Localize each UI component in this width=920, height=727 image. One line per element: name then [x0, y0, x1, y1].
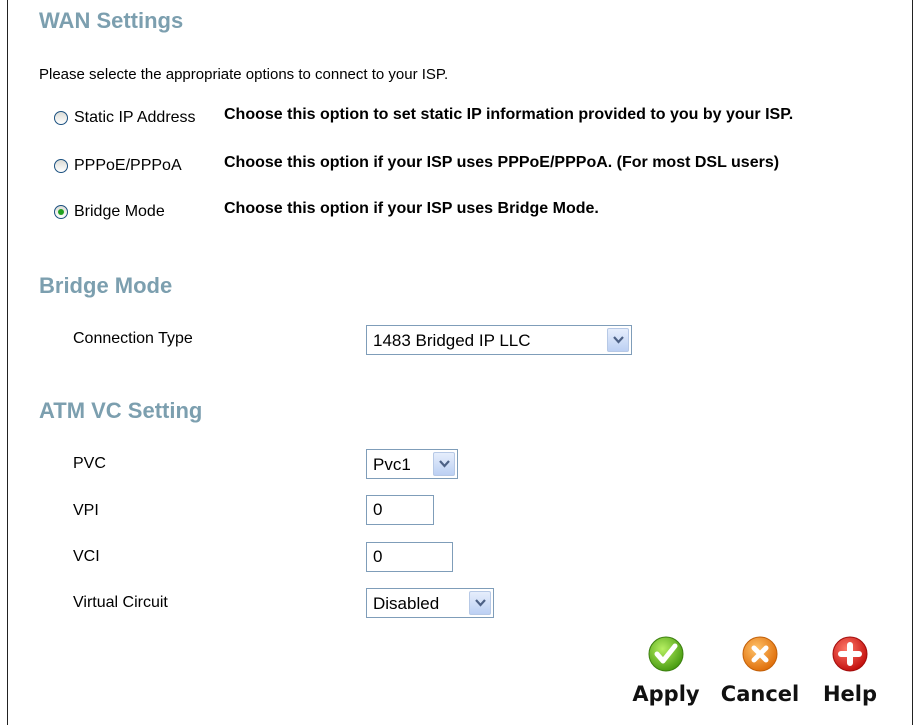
- static-ip-description: Choose this option to set static IP info…: [224, 106, 794, 123]
- help-button[interactable]: Help: [810, 636, 890, 706]
- connection-type-select[interactable]: 1483 Bridged IP LLC: [366, 325, 632, 355]
- vci-label: VCI: [73, 548, 100, 565]
- radio-pppoe[interactable]: [54, 159, 68, 173]
- radio-bridge-mode[interactable]: [54, 205, 68, 219]
- vci-input[interactable]: [366, 542, 453, 572]
- checkmark-icon[interactable]: [648, 636, 684, 672]
- chevron-down-icon[interactable]: [433, 452, 455, 476]
- help-label: Help: [822, 682, 878, 706]
- virtual-circuit-label: Virtual Circuit: [73, 594, 168, 611]
- apply-label: Apply: [632, 682, 700, 706]
- chevron-down-icon[interactable]: [469, 591, 491, 615]
- pppoe-description: Choose this option if your ISP uses PPPo…: [224, 154, 780, 171]
- cancel-button[interactable]: Cancel: [720, 636, 800, 706]
- vpi-input-field[interactable]: [367, 496, 433, 524]
- virtual-circuit-select[interactable]: Disabled: [366, 588, 494, 618]
- connection-type-value: 1483 Bridged IP LLC: [373, 331, 531, 350]
- apply-button[interactable]: Apply: [626, 636, 706, 706]
- wan-settings-title: WAN Settings: [39, 8, 184, 33]
- pvc-select[interactable]: Pvc1: [366, 449, 458, 479]
- radio-bridge-mode-label[interactable]: Bridge Mode: [74, 203, 165, 221]
- radio-selected-dot: [58, 209, 64, 215]
- connection-type-label: Connection Type: [73, 330, 193, 347]
- radio-static-ip[interactable]: [54, 111, 68, 125]
- radio-pppoe-label[interactable]: PPPoE/PPPoA: [74, 157, 182, 175]
- bridge-mode-title: Bridge Mode: [39, 273, 173, 298]
- radio-static-ip-label[interactable]: Static IP Address: [74, 109, 196, 127]
- vci-input-field[interactable]: [367, 543, 452, 571]
- vpi-label: VPI: [73, 502, 99, 519]
- virtual-circuit-value: Disabled: [373, 594, 440, 613]
- atm-vc-title: ATM VC Setting: [39, 398, 203, 423]
- wan-intro-text: Please selecte the appropriate options t…: [39, 66, 449, 83]
- cancel-label: Cancel: [720, 682, 800, 706]
- pvc-label: PVC: [73, 455, 106, 472]
- help-plus-icon[interactable]: [832, 636, 868, 672]
- cancel-x-icon[interactable]: [742, 636, 778, 672]
- bridge-mode-description: Choose this option if your ISP uses Brid…: [224, 200, 599, 217]
- pvc-value: Pvc1: [373, 455, 411, 474]
- vpi-input[interactable]: [366, 495, 434, 525]
- chevron-down-icon[interactable]: [607, 328, 629, 352]
